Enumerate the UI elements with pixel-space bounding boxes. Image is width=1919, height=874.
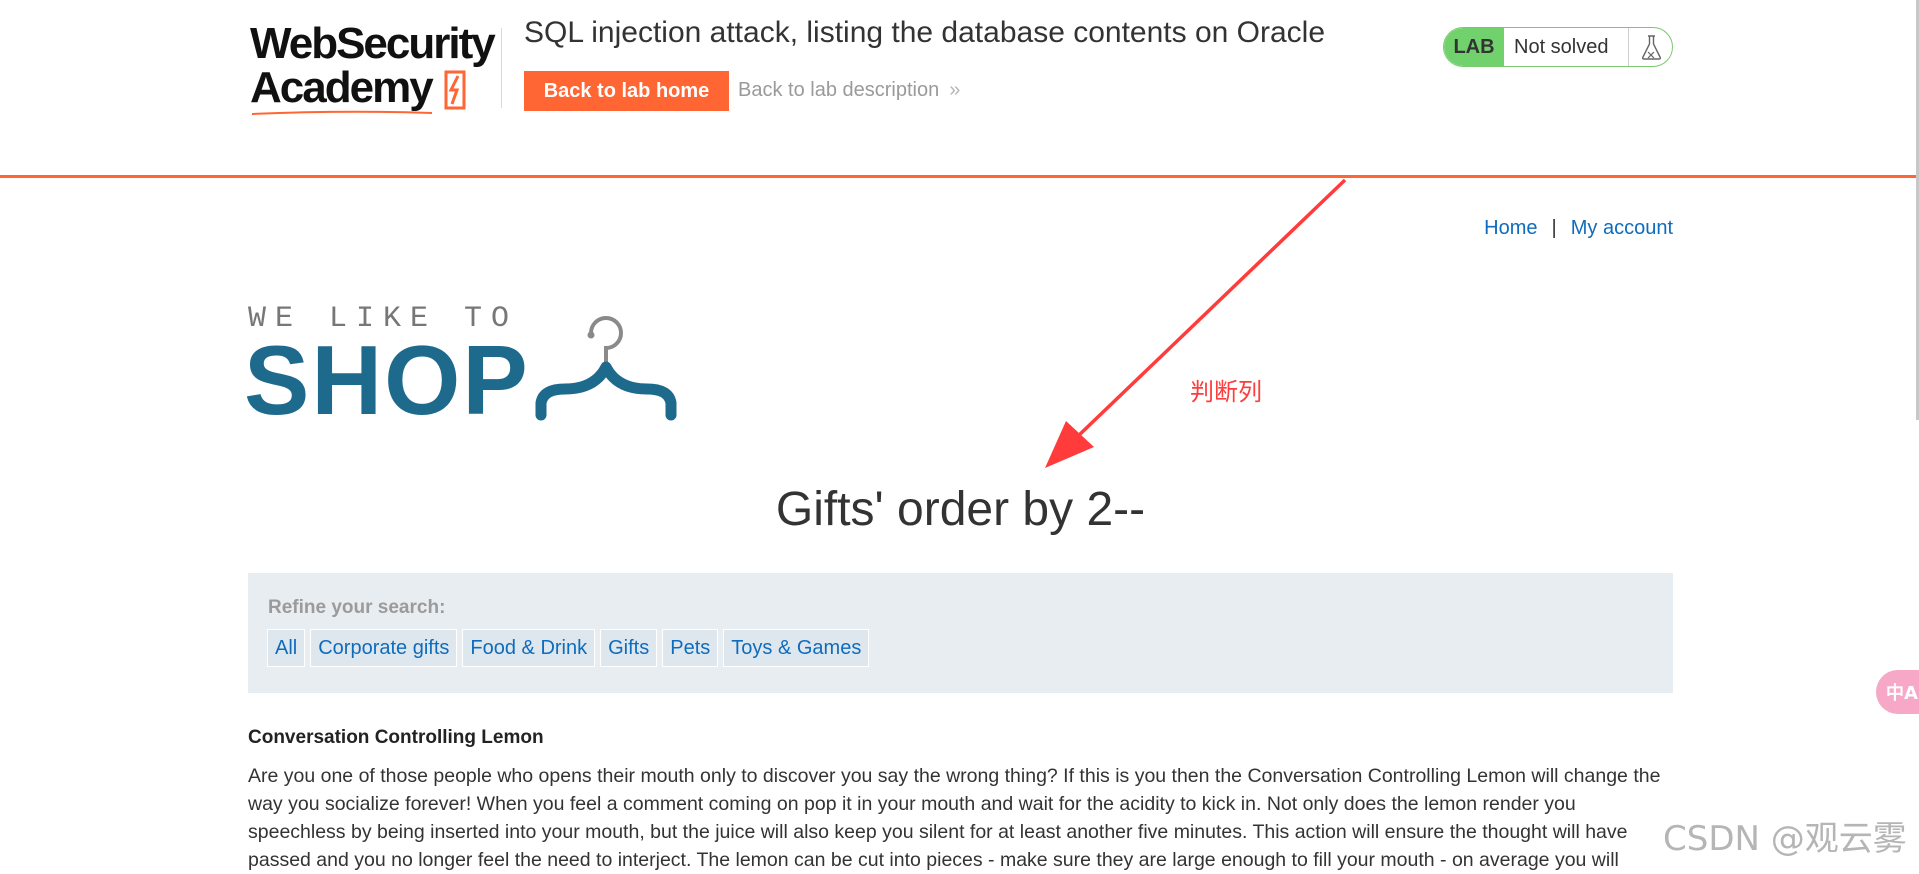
lab-status-text: Not solved — [1514, 36, 1609, 58]
translate-icon: 中A — [1886, 683, 1918, 704]
category-filter-toys-games[interactable]: Toys & Games — [723, 629, 870, 667]
refine-search-panel: Refine your search: All Corporate gifts … — [248, 573, 1673, 693]
banner-shop-title: SHOP — [244, 325, 530, 435]
back-to-lab-home-button[interactable]: Back to lab home — [524, 71, 729, 111]
lab-status-widget: LAB Not solved — [1443, 27, 1673, 67]
flask-icon — [1628, 28, 1672, 66]
category-filter-food-drink[interactable]: Food & Drink — [462, 629, 596, 667]
search-results-heading: Gifts' order by 2-- — [775, 483, 1146, 536]
nav-home-link[interactable]: Home — [1484, 217, 1537, 239]
lab-title: SQL injection attack, listing the databa… — [524, 16, 1326, 49]
account-nav: Home | My account — [1484, 217, 1673, 240]
category-filter-pets[interactable]: Pets — [662, 629, 719, 667]
product-description: Are you one of those people who opens th… — [248, 765, 1661, 871]
logo-line-2: Academy — [250, 63, 434, 112]
category-filter-gifts[interactable]: Gifts — [600, 629, 658, 667]
lab-badge: LAB — [1444, 28, 1504, 66]
clothes-hanger-icon — [535, 316, 677, 421]
logo-underline-icon — [252, 110, 432, 115]
header-divider — [501, 28, 502, 108]
annotation-label: 判断列 — [1190, 378, 1262, 406]
nav-my-account-link[interactable]: My account — [1571, 217, 1673, 239]
category-filter-list: All Corporate gifts Food & Drink Gifts P… — [267, 629, 870, 667]
academy-header: WebSecurity Academy SQL injection attack… — [0, 0, 1919, 178]
category-filter-corporate-gifts[interactable]: Corporate gifts — [310, 629, 458, 667]
logo-bolt-icon — [444, 70, 466, 110]
back-to-lab-description-label: Back to lab description — [738, 79, 940, 101]
refine-search-label: Refine your search: — [268, 597, 446, 618]
product-title: Conversation Controlling Lemon — [248, 727, 544, 748]
double-chevron-right-icon: » — [949, 79, 961, 101]
category-filter-all[interactable]: All — [267, 629, 306, 667]
translate-widget-button[interactable]: 中A — [1876, 670, 1919, 714]
logo-line-1: WebSecurity — [250, 19, 496, 68]
back-to-lab-description-link[interactable]: Back to lab description » — [738, 79, 960, 102]
nav-separator: | — [1551, 217, 1557, 239]
web-security-academy-logo[interactable]: WebSecurity Academy — [250, 22, 500, 118]
csdn-watermark: CSDN @观云雾 — [1663, 819, 1907, 859]
